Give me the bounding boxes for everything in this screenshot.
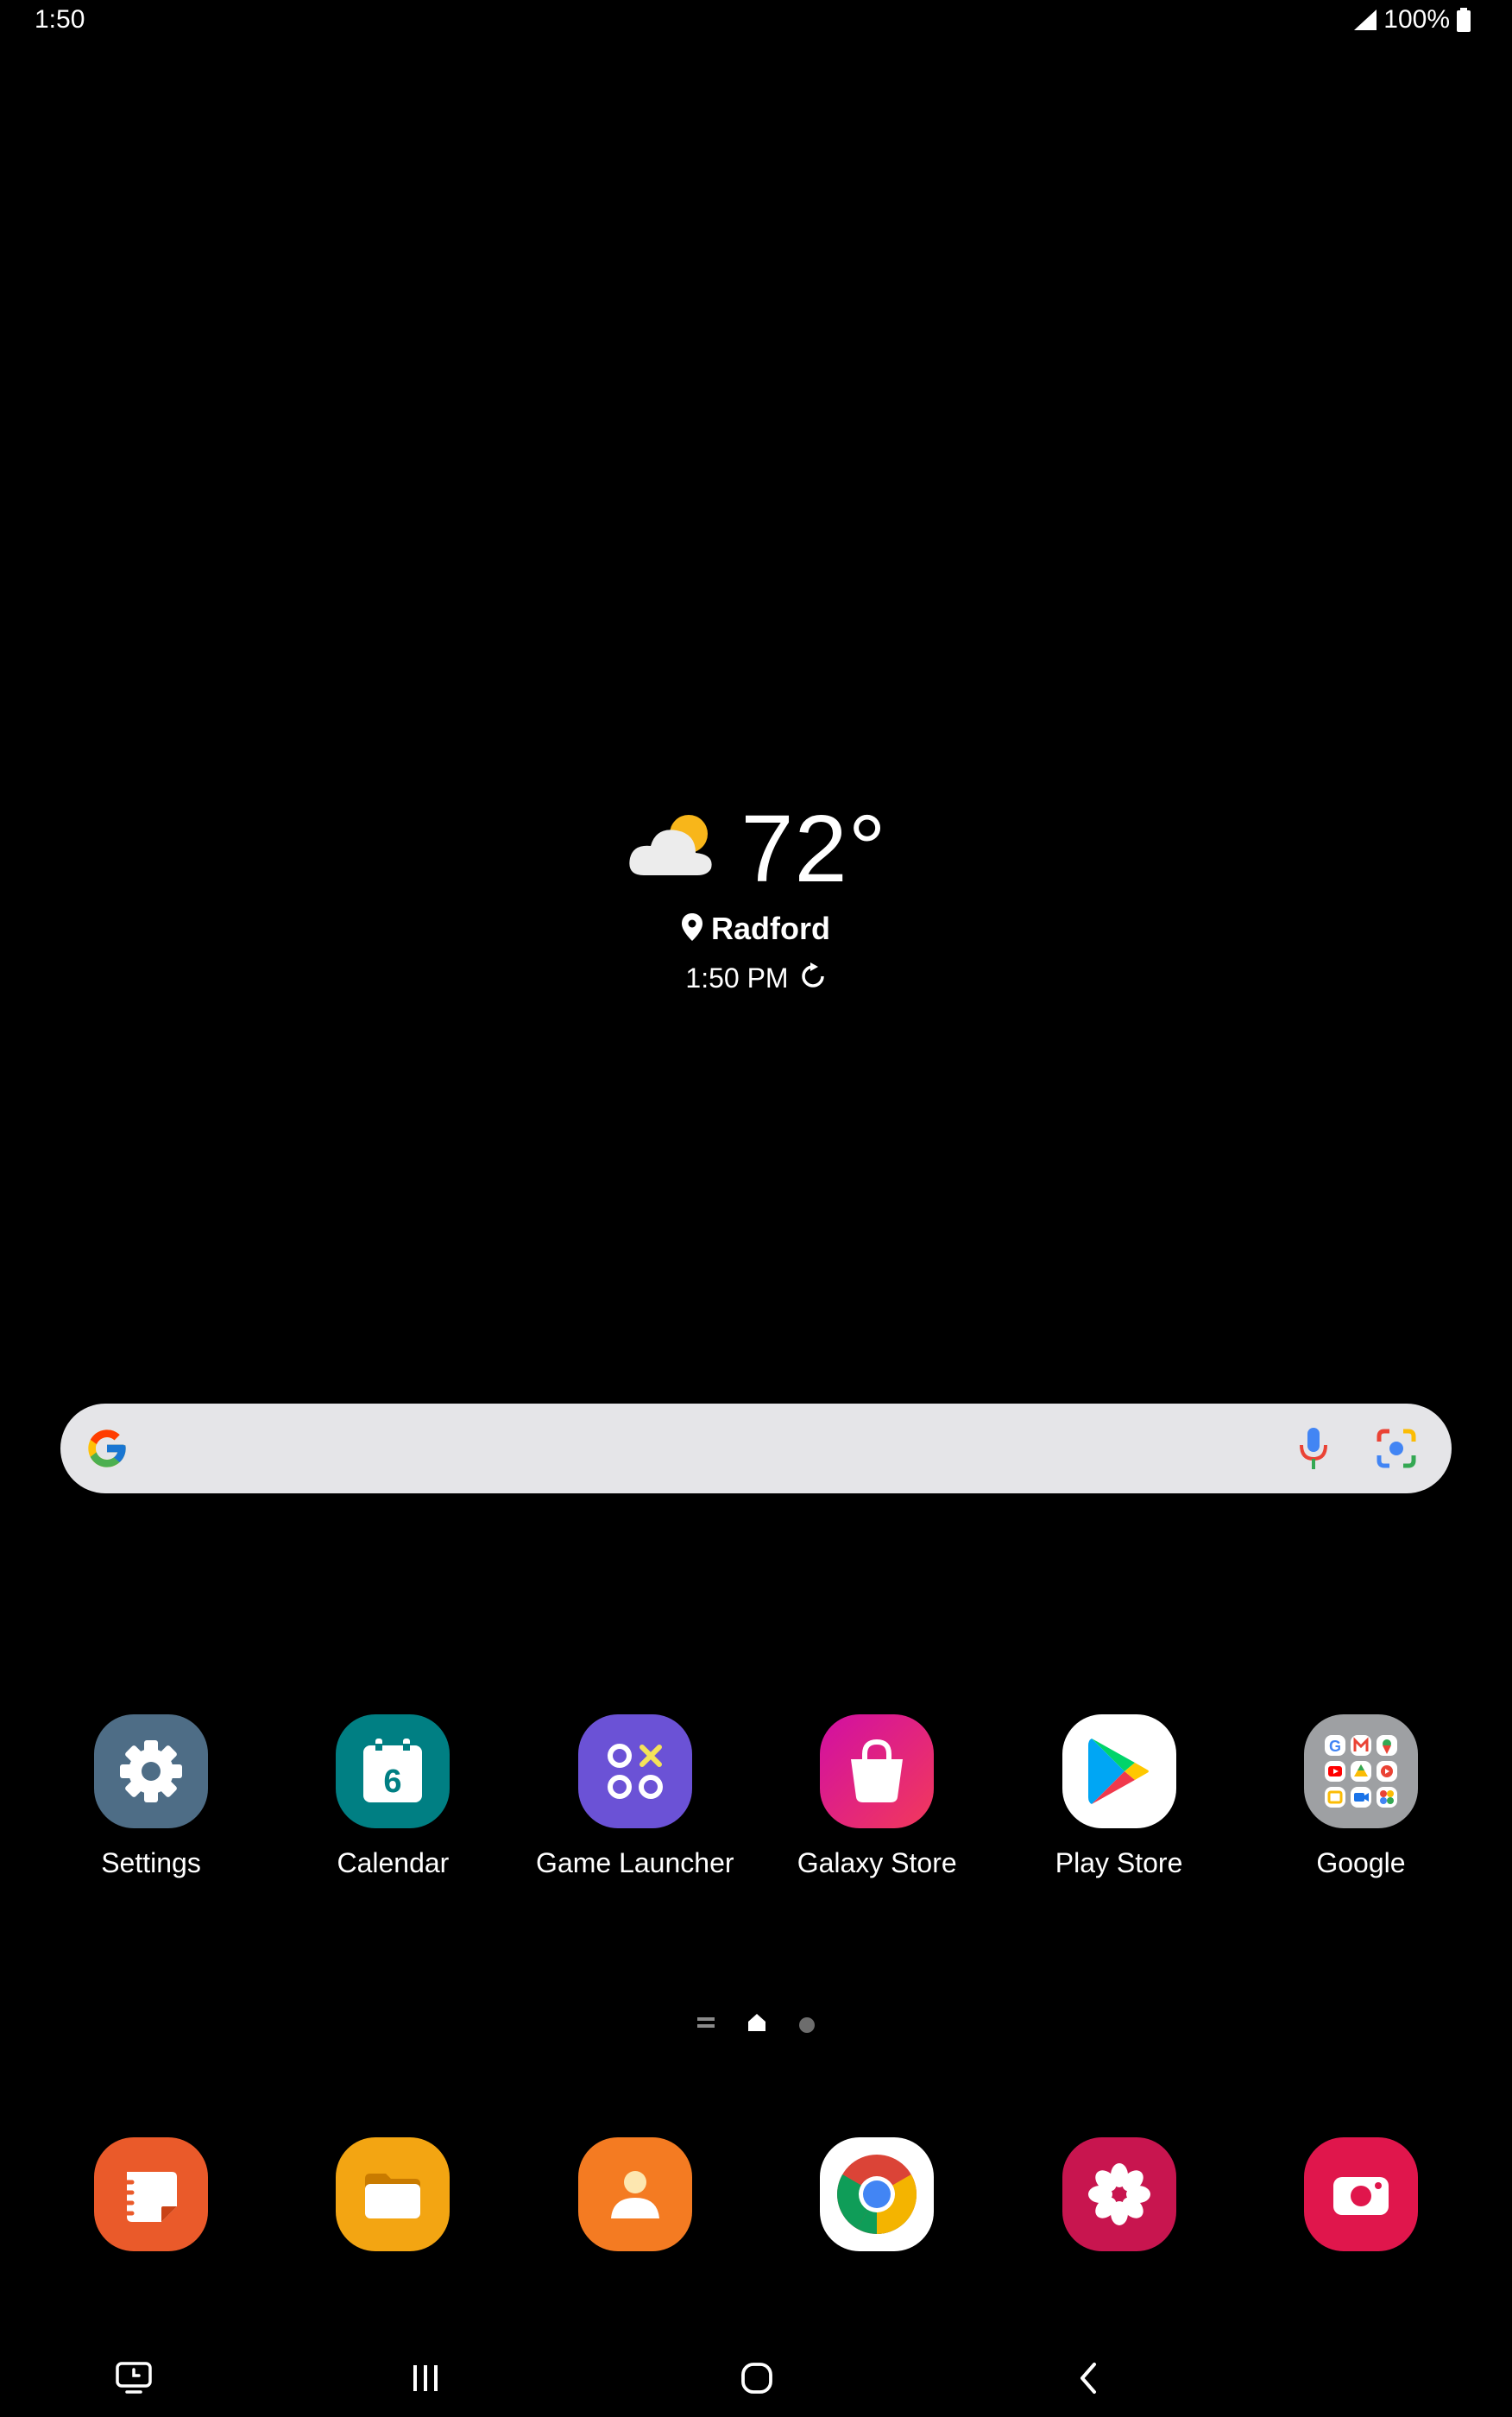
calendar-icon[interactable]: 6 (336, 1714, 450, 1828)
google-folder-icon[interactable]: G (1303, 1714, 1418, 1828)
cell-signal-icon (1354, 9, 1377, 30)
app-label-galaxy-store: Galaxy Store (797, 1847, 957, 1878)
google-g-icon (85, 1426, 129, 1475)
location-pin-icon (682, 912, 702, 945)
page-list-icon[interactable] (697, 2016, 715, 2034)
game-launcher-icon[interactable] (577, 1714, 692, 1828)
folder-icon[interactable] (336, 2137, 450, 2251)
camera-icon[interactable] (1303, 2137, 1418, 2251)
navigation-bar (0, 2339, 1512, 2408)
google-search-bar[interactable] (60, 1404, 1452, 1493)
flower-icon[interactable] (1062, 2137, 1176, 2251)
back-icon[interactable] (1058, 2348, 1118, 2408)
screen-timer-icon[interactable] (104, 2348, 164, 2408)
status-time: 1:50 (35, 5, 85, 34)
app-grid: Settings 6 Calendar Game Launcher Galaxy… (0, 1714, 1512, 1879)
page-indicator[interactable] (0, 2013, 1512, 2036)
app-galaxy-store[interactable]: Galaxy Store (760, 1714, 993, 1879)
app-label-settings: Settings (101, 1847, 201, 1878)
app-label-calendar: Calendar (337, 1847, 450, 1878)
status-indicators: 100% (1354, 5, 1471, 35)
home-icon[interactable] (727, 2348, 787, 2408)
app-label-play-store: Play Store (1055, 1847, 1183, 1878)
app-label-google: Google (1316, 1847, 1406, 1878)
app-label-game-launcher: Game Launcher (536, 1847, 734, 1878)
dock-contacts[interactable] (519, 2137, 752, 2251)
notes-icon[interactable] (94, 2137, 208, 2251)
status-bar: 1:50 100% (0, 0, 1512, 43)
play-store-icon[interactable] (1062, 1714, 1176, 1828)
refresh-icon[interactable] (799, 962, 827, 994)
google-lens-icon[interactable] (1374, 1426, 1419, 1475)
app-play-store[interactable]: Play Store (1003, 1714, 1236, 1879)
svg-text:G: G (1329, 1738, 1341, 1755)
weather-location: Radford (711, 911, 830, 946)
weather-widget[interactable]: 72° Radford 1:50 PM (0, 794, 1512, 994)
app-google-folder[interactable]: G Google (1244, 1714, 1477, 1879)
person-icon[interactable] (577, 2137, 692, 2251)
chrome-icon[interactable] (820, 2137, 935, 2251)
dock-my-files[interactable] (276, 2137, 509, 2251)
calendar-day: 6 (384, 1764, 402, 1800)
partly-cloudy-icon (625, 808, 720, 890)
recents-icon[interactable] (395, 2348, 456, 2408)
microphone-icon[interactable] (1296, 1426, 1331, 1475)
dock-chrome[interactable] (760, 2137, 993, 2251)
dock-camera[interactable] (1244, 2137, 1477, 2251)
app-settings[interactable]: Settings (35, 1714, 268, 1879)
dock-samsung-notes[interactable] (35, 2137, 268, 2251)
home-page-icon[interactable] (747, 2013, 766, 2036)
gear-icon[interactable] (94, 1714, 208, 1828)
weather-temperature: 72° (740, 796, 887, 902)
shopping-bag-icon[interactable] (820, 1714, 935, 1828)
dock (0, 2137, 1512, 2251)
app-game-launcher[interactable]: Game Launcher (519, 1714, 752, 1879)
battery-full-icon (1457, 8, 1471, 32)
battery-percent: 100% (1383, 5, 1450, 34)
page-dot[interactable] (799, 2016, 815, 2033)
dock-gallery[interactable] (1003, 2137, 1236, 2251)
weather-updated-time: 1:50 PM (685, 962, 789, 994)
app-calendar[interactable]: 6 Calendar (276, 1714, 509, 1879)
